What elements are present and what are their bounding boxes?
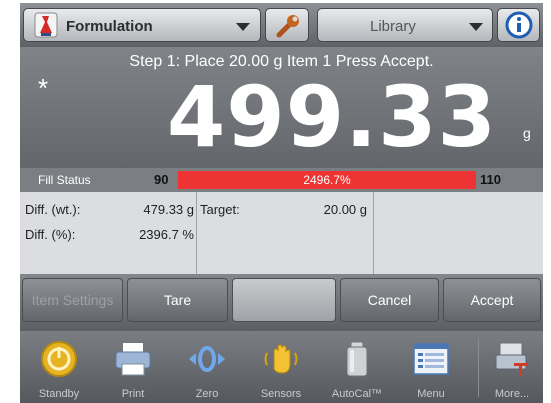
more-icon: [495, 342, 528, 376]
fill-min-value: 90: [154, 172, 169, 187]
diff-weight-value: 479.33 g: [143, 202, 194, 217]
info-icon: [505, 11, 533, 39]
menu-icon: [413, 343, 449, 375]
calibration-weight-icon: [346, 341, 368, 377]
fill-percent: 2496.7%: [303, 173, 351, 187]
more-button[interactable]: More...: [483, 331, 541, 403]
print-button[interactable]: Print: [104, 331, 162, 403]
chevron-down-icon: [236, 23, 250, 31]
info-button[interactable]: [497, 8, 540, 42]
formulation-icon: [34, 12, 58, 38]
library-label: Library: [370, 18, 416, 35]
difference-column: Diff. (wt.): 479.33 g Diff. (%): 2396.7 …: [20, 192, 197, 274]
standby-label: Standby: [38, 388, 80, 400]
zero-button[interactable]: Zero: [178, 331, 236, 403]
zero-icon: [189, 346, 225, 372]
weighing-display: Step 1: Place 20.00 g Item 1 Press Accep…: [20, 47, 543, 168]
cancel-button[interactable]: Cancel: [340, 278, 439, 322]
library-dropdown[interactable]: Library: [317, 8, 493, 42]
empty-column: [374, 192, 543, 274]
sensors-button[interactable]: Sensors: [252, 331, 310, 403]
menu-button[interactable]: Menu: [402, 331, 460, 403]
chevron-down-icon: [469, 23, 483, 31]
print-label: Print: [121, 388, 145, 400]
autocal-button[interactable]: AutoCal™: [328, 331, 386, 403]
menu-label: Menu: [417, 388, 445, 400]
sensors-label: Sensors: [260, 388, 302, 400]
blank-button: [232, 278, 336, 322]
target-column: Target: 20.00 g: [197, 192, 374, 274]
target-label: Target:: [200, 202, 240, 217]
wrench-icon: [276, 15, 299, 38]
diff-weight-label: Diff. (wt.):: [25, 202, 81, 217]
accept-button[interactable]: Accept: [443, 278, 541, 322]
application-mode-label: Formulation: [66, 18, 153, 35]
stability-indicator: *: [38, 73, 49, 103]
balance-screen: Formulation Library Step 1: Place 20.00 …: [20, 3, 543, 403]
top-bar: Formulation Library: [20, 3, 543, 47]
hand-sensor-icon: [264, 344, 298, 374]
printer-icon: [115, 343, 151, 376]
autocal-label: AutoCal™: [331, 388, 383, 400]
action-button-row: Item Settings Tare Cancel Accept: [20, 274, 543, 331]
more-label: More...: [494, 388, 530, 400]
diff-percent-label: Diff. (%):: [25, 227, 76, 242]
fill-status-label: Fill Status: [38, 173, 91, 187]
weight-unit: g: [523, 125, 531, 141]
fill-status-track: 2496.7%: [178, 171, 476, 189]
diff-percent-value: 2396.7 %: [139, 227, 194, 242]
weight-readout: 499.33: [166, 68, 497, 166]
application-dropdown[interactable]: Formulation: [23, 8, 261, 42]
fill-status-row: Fill Status 90 2496.7% 110: [20, 168, 543, 192]
zero-label: Zero: [195, 388, 219, 400]
target-value: 20.00 g: [323, 202, 367, 217]
bottom-nav: Standby Print Zero Sensors AutoCal™ Menu…: [20, 331, 543, 403]
standby-button[interactable]: Standby: [30, 331, 88, 403]
settings-button[interactable]: [265, 8, 309, 42]
data-panel: Diff. (wt.): 479.33 g Diff. (%): 2396.7 …: [20, 192, 543, 274]
fill-max-value: 110: [480, 172, 501, 187]
standby-icon: [41, 341, 77, 377]
tare-button[interactable]: Tare: [127, 278, 228, 322]
item-settings-button[interactable]: Item Settings: [22, 278, 123, 322]
